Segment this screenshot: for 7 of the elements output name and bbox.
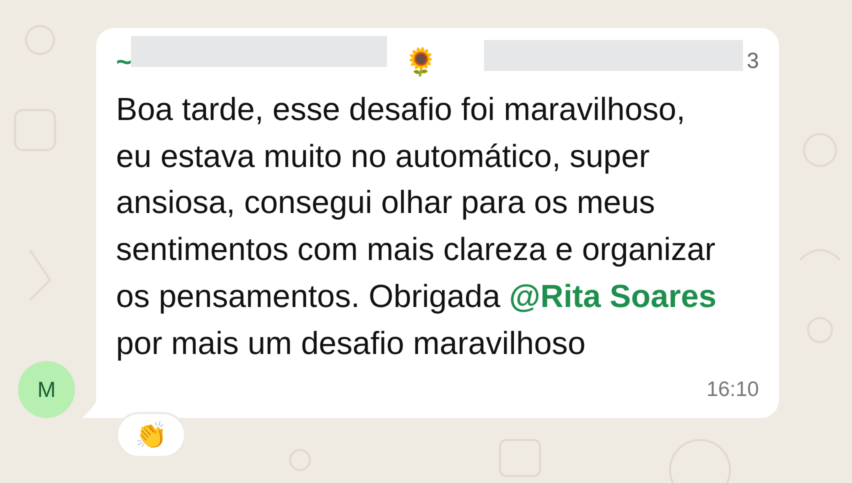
message-text: Boa tarde, esse desafio foi maravilhoso, eu estava muito no automático, super ansiosa, consegui olhar para os meus sentimentos com mais clareza e organizar os pensamentos. Obrigada @Rita Soares por mais um desafio maravilhoso [116,90,718,363]
message-time: 16:10 [706,378,759,402]
phone-number: 3 [746,48,759,74]
mention-link[interactable]: @Rita Soares [509,278,716,314]
sender-emoji: 🌻 [404,46,438,78]
sender-name[interactable]: ~ [116,46,132,78]
avatar[interactable]: M [18,361,75,418]
